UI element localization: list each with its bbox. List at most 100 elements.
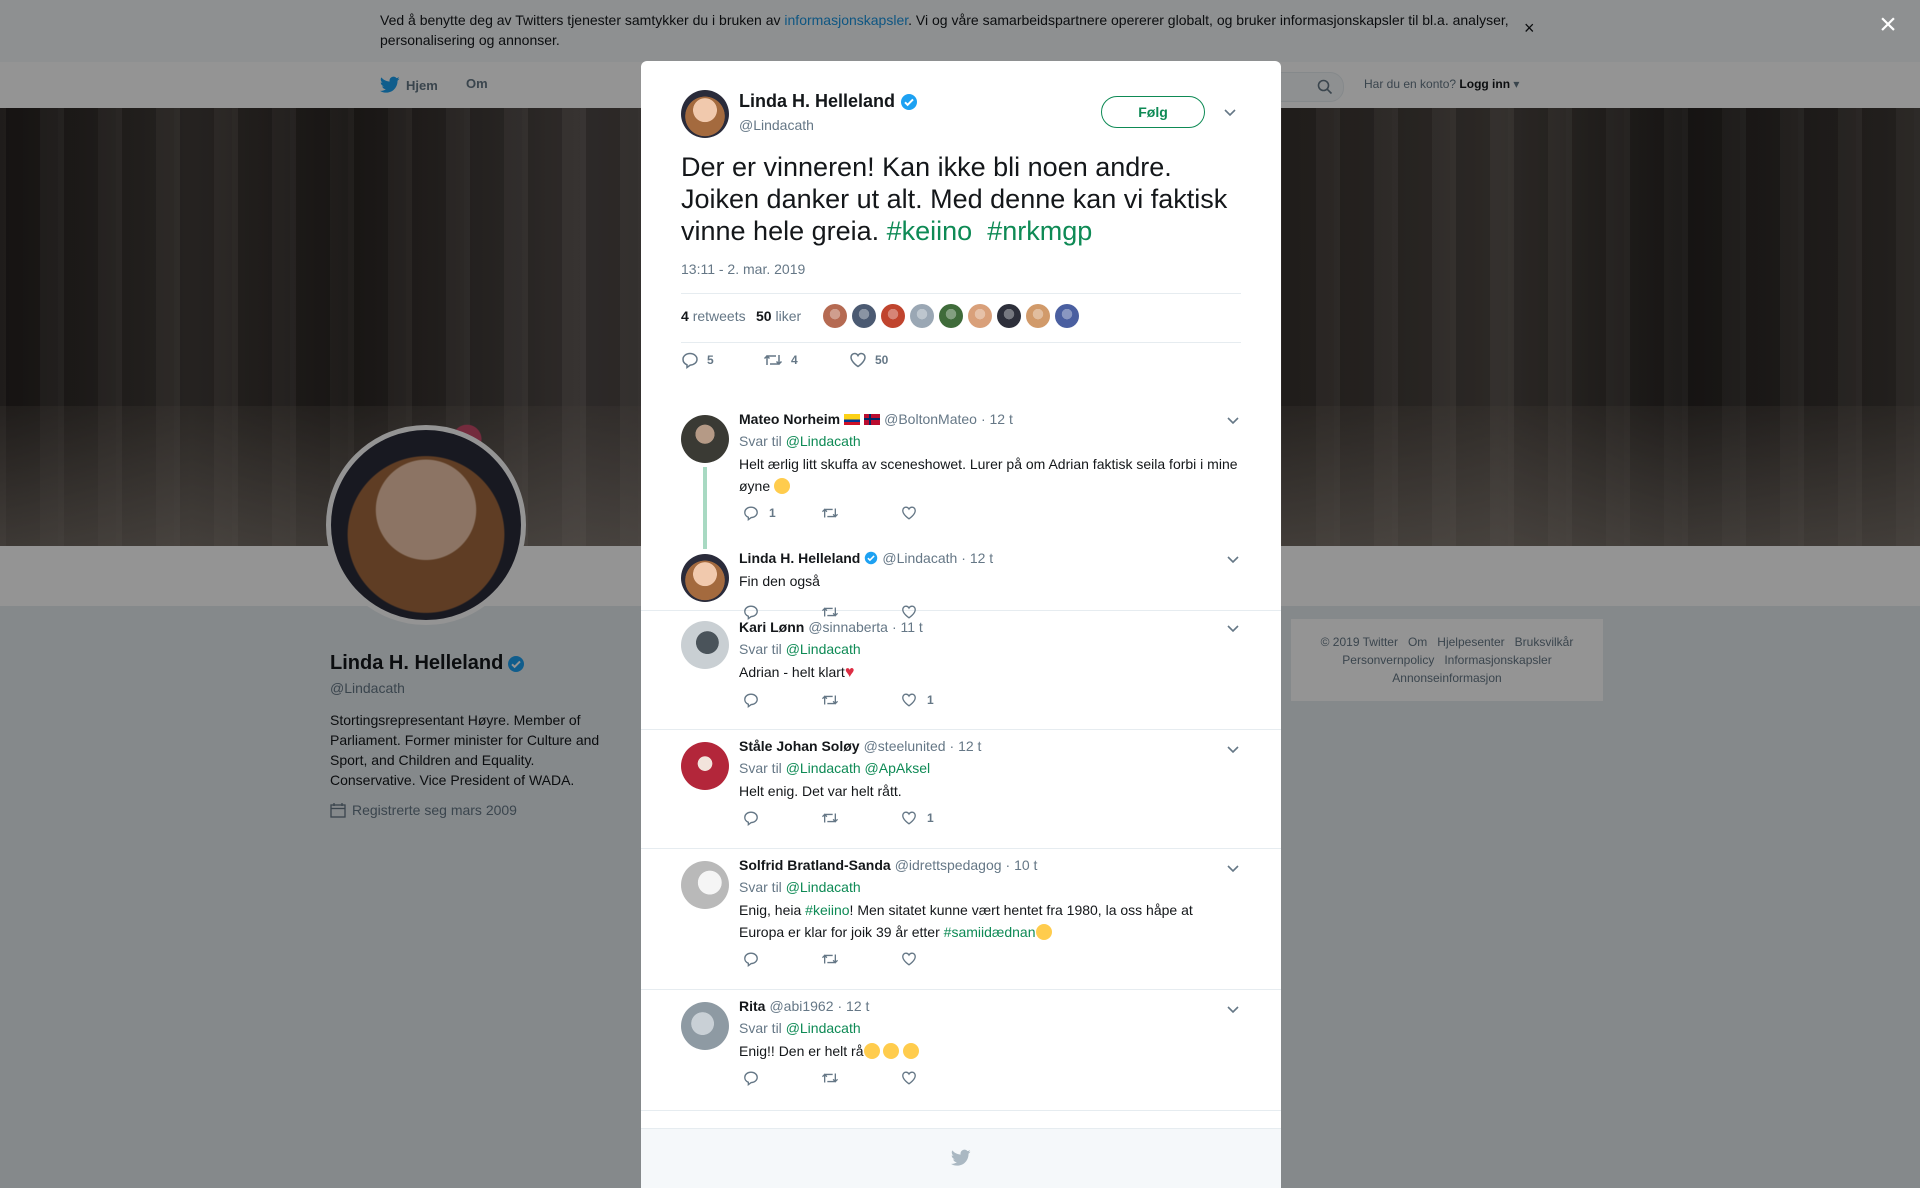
reply-reply-button[interactable] — [743, 810, 759, 826]
hashtag-nrkmgp[interactable]: #nrkmgp — [987, 216, 1092, 246]
reply-time[interactable]: · 11 t — [892, 619, 923, 635]
reply-reply-button[interactable] — [743, 951, 759, 967]
reply-avatar[interactable] — [681, 554, 729, 602]
author-name[interactable]: Linda H. Helleland — [739, 91, 918, 112]
reply-author-handle[interactable]: @sinnaberta — [808, 619, 888, 635]
reply-like-button[interactable]: 1 — [901, 692, 934, 708]
reply-like-count: 1 — [927, 693, 934, 707]
reply-to: Svar til @Lindacath — [739, 641, 1239, 657]
like-stat[interactable]: 50 liker — [756, 308, 801, 324]
reply-author-name[interactable]: Linda H. Helleland — [739, 550, 860, 566]
reply-header: Mateo Norheim @BoltonMateo · 12 t — [739, 411, 1239, 427]
tweet-timestamp[interactable]: 13:11 - 2. mar. 2019 — [681, 261, 805, 277]
reply-to-mention[interactable]: @Lindacath — [786, 1020, 861, 1036]
reply-reply-button[interactable] — [743, 1070, 759, 1086]
tweet-actions: 5 4 50 — [681, 351, 1241, 381]
chevron-down-icon[interactable] — [1226, 552, 1240, 566]
retweet-action[interactable]: 4 — [763, 351, 798, 369]
author-handle[interactable]: @Lindacath — [739, 117, 814, 133]
reply-item[interactable]: Solfrid Bratland-Sanda @idrettspedagog ·… — [641, 849, 1281, 990]
chevron-down-icon[interactable] — [1226, 742, 1240, 756]
reply-to-label: Svar til — [739, 879, 782, 895]
reply-time[interactable]: · 12 t — [950, 738, 982, 754]
reply-like-button[interactable]: 1 — [901, 810, 934, 826]
verified-badge-icon — [865, 551, 878, 565]
follow-button[interactable]: Følg — [1101, 96, 1205, 128]
liker-avatar[interactable] — [823, 304, 847, 328]
liker-avatar[interactable] — [997, 304, 1021, 328]
reply-author-handle[interactable]: @BoltonMateo — [884, 411, 977, 427]
chevron-down-icon[interactable] — [1226, 861, 1240, 875]
hashtag-keiino[interactable]: #keiino — [887, 216, 973, 246]
reply-to-mention[interactable]: @Lindacath — [786, 760, 861, 776]
liker-avatar[interactable] — [881, 304, 905, 328]
reply-author-name[interactable]: Rita — [739, 998, 765, 1014]
retweet-stat[interactable]: 4 retweets — [681, 308, 746, 324]
reply-to-mention[interactable]: @ApAksel — [865, 760, 931, 776]
reply-like-button[interactable] — [901, 1070, 917, 1086]
reply-text-body: Enig!! Den er helt rå — [739, 1043, 864, 1059]
reply-author-handle[interactable]: @abi1962 — [769, 998, 833, 1014]
reply-avatar[interactable] — [681, 1002, 729, 1050]
liker-avatar[interactable] — [852, 304, 876, 328]
reply-reply-button[interactable]: 1 — [743, 505, 776, 521]
reply-time[interactable]: · 12 t — [838, 998, 870, 1014]
chevron-down-icon[interactable] — [1226, 621, 1240, 635]
reply-item[interactable]: Rita @abi1962 · 12 t Svar til @Lindacath… — [641, 990, 1281, 1111]
hashtag-samiidaednan[interactable]: #samiidædnan — [944, 924, 1036, 940]
like-action[interactable]: 50 — [849, 351, 888, 369]
reply-retweet-button[interactable] — [821, 1070, 839, 1086]
reply-thread[interactable]: Mateo Norheim @BoltonMateo · 12 t Svar t… — [641, 399, 1281, 620]
reply-time[interactable]: · 10 t — [1006, 857, 1038, 873]
reply-author-name[interactable]: Kari Lønn — [739, 619, 804, 635]
reply-time[interactable]: · 12 t — [981, 411, 1013, 427]
reply-to-mention[interactable]: @Lindacath — [786, 433, 861, 449]
reply-reply-button[interactable] — [743, 692, 759, 708]
reply-avatar[interactable] — [681, 621, 729, 669]
reply-like-button[interactable] — [901, 951, 917, 967]
heart-icon — [902, 811, 916, 825]
retweet-icon — [821, 695, 839, 705]
reply-author-name[interactable]: Ståle Johan Soløy — [739, 738, 860, 754]
reply-like-count: 1 — [927, 811, 934, 825]
heart-icon — [902, 952, 916, 966]
reply-time[interactable]: · 12 t — [961, 550, 993, 566]
reply-avatar[interactable] — [681, 742, 729, 790]
reply-like-button[interactable] — [901, 505, 917, 521]
chevron-down-icon[interactable] — [1223, 105, 1237, 119]
close-modal-button[interactable]: × — [1876, 10, 1900, 40]
reply-text-part: Enig, heia — [739, 902, 806, 918]
chevron-down-icon[interactable] — [1226, 413, 1240, 427]
reply-retweet-button[interactable] — [821, 692, 839, 708]
reply-retweet-button[interactable] — [821, 951, 839, 967]
reply-actions — [739, 951, 1239, 971]
reply-avatar[interactable] — [681, 861, 729, 909]
reply-author-handle[interactable]: @idrettspedagog — [895, 857, 1002, 873]
reply-action[interactable]: 5 — [681, 351, 714, 369]
reply-retweet-button[interactable] — [821, 810, 839, 826]
liker-avatar[interactable] — [939, 304, 963, 328]
liker-avatars — [823, 304, 1079, 328]
liker-avatar[interactable] — [910, 304, 934, 328]
chevron-down-icon[interactable] — [1226, 1002, 1240, 1016]
reply-item[interactable]: Kari Lønn @sinnaberta · 11 t Svar til @L… — [641, 611, 1281, 730]
liker-avatar[interactable] — [1055, 304, 1079, 328]
reply-avatar[interactable] — [681, 415, 729, 463]
liker-avatar[interactable] — [1026, 304, 1050, 328]
reply-text-body: Helt ærlig litt skuffa av sceneshowet. L… — [739, 456, 1238, 494]
heart-icon — [850, 352, 866, 368]
reply-author-handle[interactable]: @steelunited — [864, 738, 946, 754]
reply-author-name[interactable]: Mateo Norheim — [739, 411, 840, 427]
author-avatar[interactable] — [681, 90, 729, 138]
reply-author-name[interactable]: Solfrid Bratland-Sanda — [739, 857, 891, 873]
reply-author-handle[interactable]: @Lindacath — [882, 550, 957, 566]
liker-avatar[interactable] — [968, 304, 992, 328]
reply-item[interactable]: Ståle Johan Soløy @steelunited · 12 t Sv… — [641, 730, 1281, 849]
reply-to-mention[interactable]: @Lindacath — [786, 641, 861, 657]
reply-retweet-button[interactable] — [821, 505, 839, 521]
hashtag-keiino[interactable]: #keiino — [805, 902, 849, 918]
reply-to-label: Svar til — [739, 1020, 782, 1036]
retweet-icon — [821, 954, 839, 964]
reply-to-mention[interactable]: @Lindacath — [786, 879, 861, 895]
reply-text-body: Adrian - helt klart — [739, 664, 845, 680]
